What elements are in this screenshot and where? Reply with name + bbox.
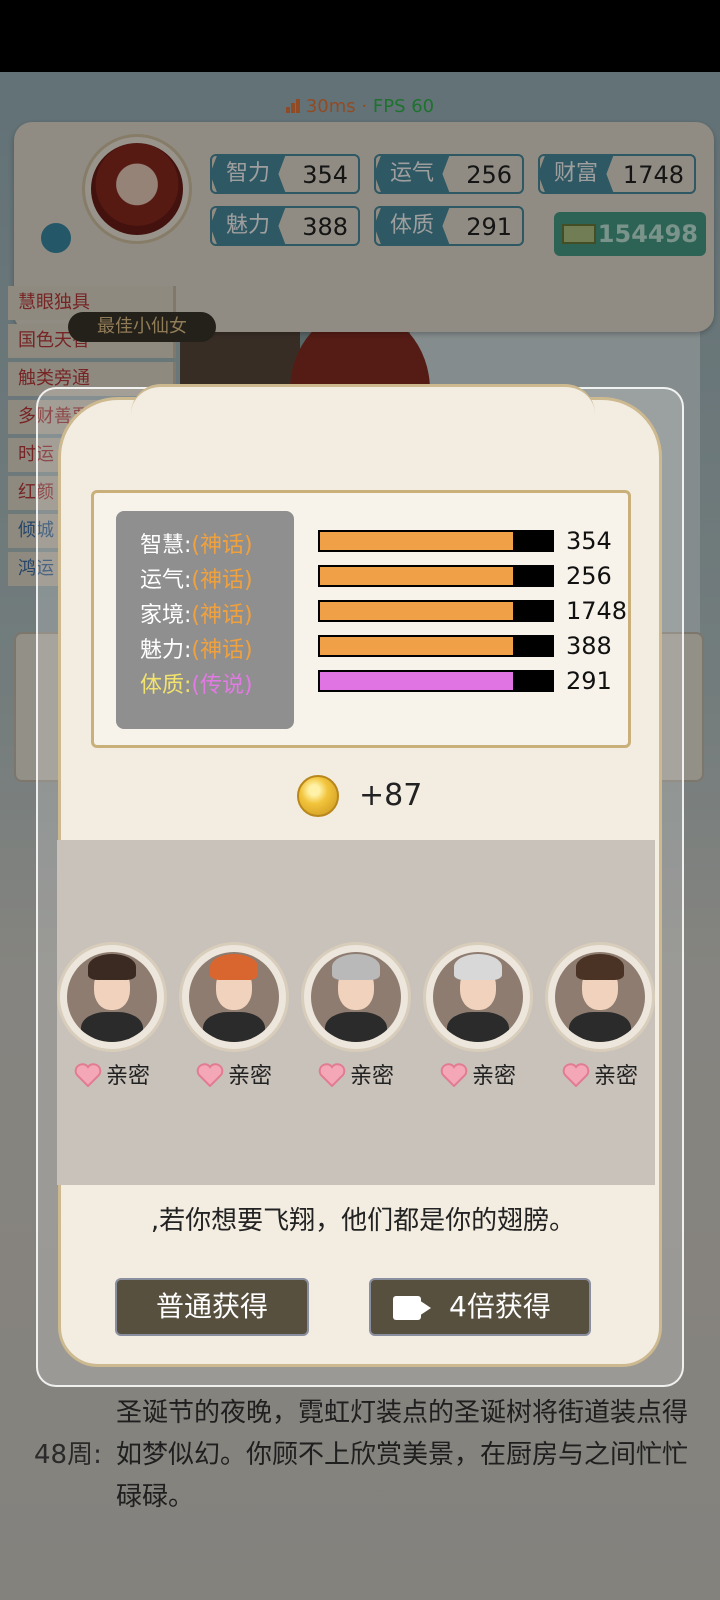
relation-label: 亲密	[57, 1058, 167, 1090]
stat-bar-track	[318, 670, 554, 692]
stat-name: 魅力:	[140, 638, 192, 663]
stat-bar-track	[318, 530, 554, 552]
stat-name: 运气:	[140, 568, 192, 593]
game-screen: 30ms · FPS 60 最佳小仙女 智力 354 运气 256 财富 1748 魅…	[0, 72, 720, 1600]
video-camera-icon	[393, 1296, 421, 1320]
stat-bar-fill	[320, 602, 513, 620]
stat-name: 家境:	[140, 603, 192, 628]
stat-bar-row: 256	[318, 560, 618, 595]
stat-bar-value: 256	[566, 562, 612, 590]
stat-bar-track	[318, 600, 554, 622]
stat-rank: (神话)	[191, 638, 253, 663]
stat-row: 魅力:(神话)	[140, 632, 294, 667]
relation-text: 亲密	[227, 1064, 272, 1089]
stat-row: 体质:(传说)	[140, 667, 294, 702]
stat-name: 智慧:	[140, 533, 192, 558]
stat-bar-row: 354	[318, 525, 618, 560]
character-card[interactable]: 亲密	[57, 942, 167, 1090]
heart-icon	[562, 1063, 590, 1087]
stat-bar-row: 1748	[318, 595, 627, 630]
stats-summary: 智慧:(神话) 运气:(神话) 家境:(神话) 魅力:(神话) 体质:(传说) …	[91, 490, 631, 748]
relation-label: 亲密	[545, 1058, 655, 1090]
stat-name: 体质:	[140, 673, 192, 698]
relation-text: 亲密	[105, 1064, 150, 1089]
character-strip: 亲密 亲密 亲密 亲密 亲密	[57, 840, 655, 1185]
relation-text: 亲密	[349, 1064, 394, 1089]
stat-bar-fill	[320, 672, 513, 690]
relation-label: 亲密	[179, 1058, 289, 1090]
dialog-quote: ,若你想要飞翔，他们都是你的翅膀。	[150, 1206, 576, 1236]
stat-bar-value: 354	[566, 527, 612, 555]
character-card[interactable]: 亲密	[423, 942, 533, 1090]
stat-bar-value: 1748	[566, 597, 628, 625]
character-card[interactable]: 亲密	[301, 942, 411, 1090]
status-bar	[0, 0, 720, 72]
stat-rank: (神话)	[191, 533, 253, 558]
stat-labels-panel: 智慧:(神话) 运气:(神话) 家境:(神话) 魅力:(神话) 体质:(传说)	[116, 511, 294, 729]
normal-claim-button[interactable]: 普通获得	[115, 1278, 309, 1336]
heart-icon	[440, 1063, 468, 1087]
stat-bar-row: 388	[318, 630, 618, 665]
stat-bar-value: 291	[566, 667, 612, 695]
stat-bar-track	[318, 635, 554, 657]
stat-bar-fill	[320, 567, 513, 585]
coin-reward: +87	[297, 775, 497, 819]
stat-bar-track	[318, 565, 554, 587]
stat-rank: (神话)	[191, 603, 253, 628]
relation-text: 亲密	[593, 1064, 638, 1089]
quadruple-claim-label: 4倍获得	[449, 1290, 551, 1323]
heart-icon	[74, 1063, 102, 1087]
coin-reward-value: +87	[359, 778, 423, 813]
quadruple-claim-button[interactable]: 4倍获得	[369, 1278, 591, 1336]
stat-bar-fill	[320, 532, 513, 550]
relation-label: 亲密	[423, 1058, 533, 1090]
character-card[interactable]: 亲密	[179, 942, 289, 1090]
character-card[interactable]: 亲密	[545, 942, 655, 1090]
stat-row: 智慧:(神话)	[140, 527, 294, 562]
stat-bar-row: 291	[318, 665, 618, 700]
reward-dialog: 智慧:(神话) 运气:(神话) 家境:(神话) 魅力:(神话) 体质:(传说) …	[57, 384, 662, 1367]
stat-rank: (神话)	[191, 568, 253, 593]
heart-icon	[196, 1063, 224, 1087]
gold-coin-icon	[297, 775, 339, 817]
stat-row: 家境:(神话)	[140, 597, 294, 632]
heart-icon	[318, 1063, 346, 1087]
relation-label: 亲密	[301, 1058, 411, 1090]
relation-text: 亲密	[471, 1064, 516, 1089]
stat-row: 运气:(神话)	[140, 562, 294, 597]
stat-bar-value: 388	[566, 632, 612, 660]
stat-bar-fill	[320, 637, 513, 655]
stat-rank: (传说)	[191, 673, 253, 698]
